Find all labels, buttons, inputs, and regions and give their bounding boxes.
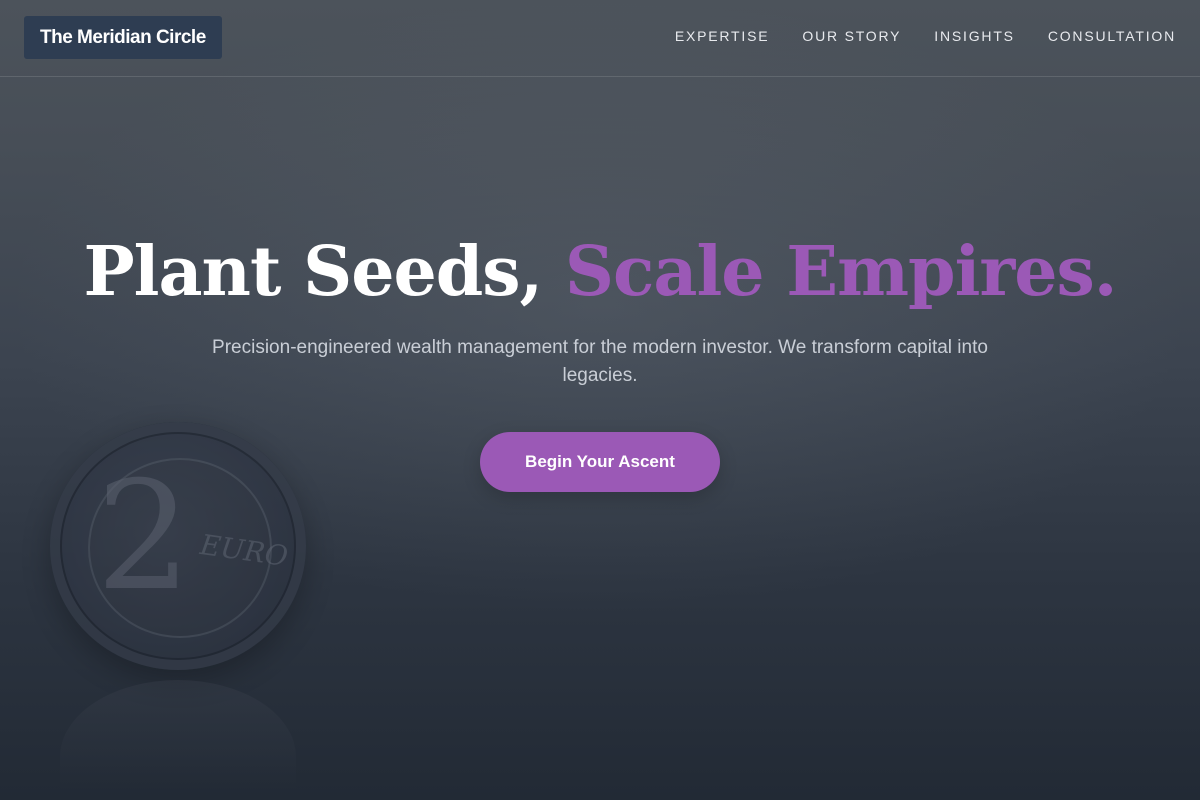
brand-logo[interactable]: The Meridian Circle <box>24 16 222 59</box>
hero-subtitle: Precision-engineered wealth management f… <box>212 337 988 386</box>
headline-accent-part: Scale Empires. <box>564 232 1118 312</box>
nav-link-our-story[interactable]: OUR STORY <box>802 28 901 44</box>
coin-reflection <box>60 680 296 790</box>
main-nav: EXPERTISE OUR STORY INSIGHTS CONSULTATIO… <box>675 28 1176 44</box>
hero-section: Plant Seeds, Scale Empires. Precision-en… <box>0 236 1200 492</box>
begin-ascent-button[interactable]: Begin Your Ascent <box>480 432 720 492</box>
hero-headline: Plant Seeds, Scale Empires. <box>0 236 1200 308</box>
nav-link-consultation[interactable]: CONSULTATION <box>1048 28 1176 44</box>
headline-white-part: Plant Seeds, <box>83 232 565 312</box>
nav-link-expertise[interactable]: EXPERTISE <box>675 28 770 44</box>
coin-label: EURO <box>198 528 290 573</box>
nav-link-insights[interactable]: INSIGHTS <box>934 28 1015 44</box>
site-header: The Meridian Circle EXPERTISE OUR STORY … <box>0 0 1200 77</box>
